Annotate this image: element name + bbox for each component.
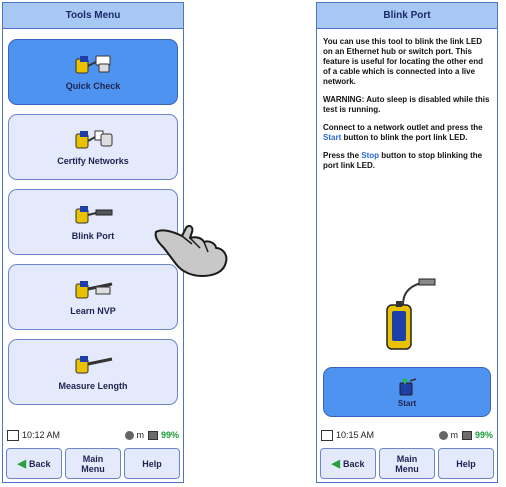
- main-menu-button[interactable]: Main Menu: [65, 448, 121, 479]
- clock-icon: [321, 429, 333, 441]
- plug-icon: [439, 430, 449, 440]
- connect-paragraph: Connect to a network outlet and press th…: [323, 123, 492, 143]
- main-menu-label-line2: Menu: [81, 463, 105, 474]
- help-label: Help: [456, 458, 476, 469]
- back-label: Back: [28, 458, 51, 469]
- stop-paragraph: Press the Stop button to stop blinking t…: [323, 151, 492, 171]
- learn-nvp-icon: [75, 281, 113, 299]
- back-button[interactable]: ◀ Back: [6, 448, 62, 479]
- blink-port-icon: [75, 206, 113, 224]
- battery-icon: [461, 430, 472, 440]
- main-menu-button[interactable]: Main Menu: [379, 448, 435, 479]
- status-time: 10:15 AM: [336, 430, 375, 440]
- connect-text-post: button to blink the port link LED.: [341, 133, 468, 142]
- battery-percent: 99%: [474, 430, 493, 440]
- main-menu-label-line2: Menu: [395, 463, 419, 474]
- start-icon: [399, 377, 417, 395]
- main-menu-label: Main Menu: [395, 454, 419, 474]
- battery-percent: 99%: [160, 430, 179, 440]
- start-button[interactable]: Start: [323, 367, 491, 417]
- status-time: 10:12 AM: [22, 430, 61, 440]
- main-menu-label-line1: Main: [82, 453, 104, 464]
- connect-text-pre: Connect to a network outlet and press th…: [323, 123, 483, 132]
- plug-icon: [125, 430, 135, 440]
- help-paragraph: You can use this tool to blink the link …: [323, 37, 484, 86]
- start-label: Start: [397, 398, 417, 408]
- tester-illustration: [386, 278, 436, 350]
- stop-keyword: Stop: [361, 151, 380, 160]
- stop-text-pre: Press the: [323, 151, 362, 160]
- menu-item-label: Learn NVP: [70, 306, 116, 316]
- measure-length-button[interactable]: Measure Length: [8, 339, 178, 405]
- status-units: m: [450, 430, 458, 440]
- back-arrow-icon: ◀: [331, 457, 340, 470]
- certify-networks-button[interactable]: Certify Networks: [8, 114, 178, 180]
- quick-check-button[interactable]: Quick Check: [8, 39, 178, 105]
- bottom-button-bar: ◀ Back Main Menu Help: [317, 446, 497, 482]
- start-keyword: Start: [323, 133, 342, 142]
- back-arrow-icon: ◀: [17, 457, 26, 470]
- screen-title: Tools Menu: [3, 3, 183, 29]
- quick-check-icon: [75, 55, 111, 74]
- screen-title: Blink Port: [317, 3, 497, 29]
- hand-pointer-icon: [154, 224, 228, 277]
- main-menu-label-line1: Main: [396, 453, 418, 464]
- bottom-button-bar: ◀ Back Main Menu Help: [3, 446, 183, 482]
- certify-networks-icon: [75, 130, 113, 149]
- clock-icon: [7, 429, 19, 441]
- menu-item-label: Measure Length: [58, 381, 128, 391]
- status-units: m: [136, 430, 144, 440]
- menu-item-label: Blink Port: [71, 231, 115, 241]
- help-label: Help: [142, 458, 162, 469]
- status-bar: 10:12 AM m 99%: [3, 425, 183, 445]
- blink-port-screen: Blink Port You can use this tool to blin…: [316, 2, 498, 483]
- back-label: Back: [342, 458, 365, 469]
- help-button[interactable]: Help: [438, 448, 494, 479]
- help-button[interactable]: Help: [124, 448, 180, 479]
- help-text: You can use this tool to blink the link …: [323, 37, 492, 179]
- back-button[interactable]: ◀ Back: [320, 448, 376, 479]
- main-menu-label: Main Menu: [81, 454, 105, 474]
- warning-paragraph: WARNING: Auto sleep is disabled while th…: [323, 95, 490, 114]
- status-bar: 10:15 AM m 99%: [317, 425, 497, 445]
- menu-item-label: Quick Check: [65, 81, 121, 91]
- battery-icon: [147, 430, 158, 440]
- measure-length-icon: [75, 356, 113, 374]
- menu-item-label: Certify Networks: [57, 156, 129, 166]
